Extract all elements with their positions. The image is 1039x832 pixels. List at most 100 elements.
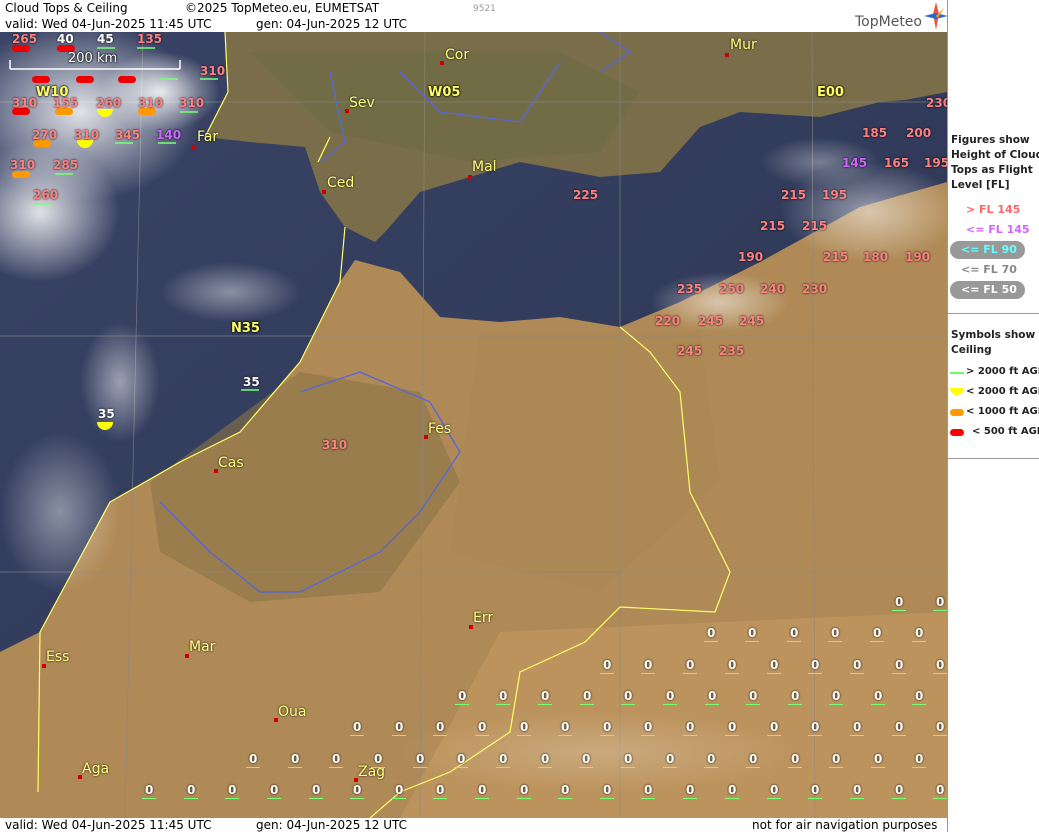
cloud-top-label: 235 [677, 282, 703, 296]
zero-ceiling-label: 0 [933, 720, 947, 736]
map-canvas [0, 32, 947, 818]
legend-fl-item: > FL 145 [966, 203, 1021, 216]
zero-ceiling-label: 0 [496, 752, 511, 768]
zero-ceiling-label: 0 [725, 658, 740, 674]
cloud-top-label: 310 [138, 96, 164, 110]
footer-generated-time: gen: 04-Jun-2025 12 UTC [256, 818, 408, 832]
zero-ceiling-label: 0 [704, 626, 719, 642]
cloud-top-label: 135 [137, 32, 163, 46]
cloud-top-label: 215 [802, 219, 828, 233]
zero-ceiling-label: 0 [912, 626, 927, 642]
zero-ceiling-label: 0 [850, 783, 865, 799]
zero-ceiling-label: 0 [850, 720, 865, 736]
zero-ceiling-label: 0 [413, 752, 428, 768]
zero-ceiling-label: 0 [641, 783, 656, 799]
cloud-top-label: 195 [822, 188, 848, 202]
legend-symbols-line-1: Symbols show [951, 329, 1036, 341]
zero-ceiling-label: 0 [767, 658, 782, 674]
city-malaga: Mal [472, 159, 497, 175]
zero-ceiling-label: 0 [309, 783, 324, 799]
zero-ceiling-label: 0 [496, 689, 511, 705]
cloud-top-label: 310 [12, 96, 38, 110]
zero-ceiling-label: 0 [475, 783, 490, 799]
zero-ceiling-label: 0 [455, 689, 470, 705]
legend-symbols-line-2: Ceiling [951, 344, 992, 356]
city-murcia: Mur [730, 37, 757, 53]
zero-ceiling-label: 0 [475, 720, 490, 736]
zero-ceiling-label: 0 [433, 720, 448, 736]
zero-ceiling-label: 0 [663, 752, 678, 768]
zero-ceiling-label: 0 [683, 720, 698, 736]
cloud-top-label: 195 [924, 156, 947, 170]
zero-ceiling-label: 0 [433, 783, 448, 799]
city-essaouira: Ess [46, 649, 70, 665]
legend-symbol-label: < 500 ft AGL [972, 426, 1039, 437]
cloud-top-label: 310 [179, 96, 205, 110]
zero-ceiling-label: 0 [871, 689, 886, 705]
ceiling-pill-icon [950, 409, 964, 416]
footer-disclaimer: not for air navigation purposes [752, 818, 938, 832]
cloud-top-label: 200 [906, 126, 932, 140]
legend-symbol-label: > 2000 ft AGL [966, 366, 1039, 377]
legend-figures-line-3: Tops as Flight [951, 164, 1033, 176]
copyright: ©2025 TopMeteo.eu, EUMETSAT [185, 1, 380, 15]
zero-ceiling-label: 0 [933, 595, 947, 611]
cloud-top-label: 310 [74, 128, 100, 142]
cloud-top-label: 180 [863, 250, 889, 264]
ceiling-pill-icon [950, 429, 964, 436]
zero-ceiling-label: 0 [829, 752, 844, 768]
cloud-top-label: 265 [12, 32, 38, 46]
legend-figures-line-1: Figures show [951, 134, 1030, 146]
legend-fl-item: <= FL 50 [961, 283, 1017, 296]
cloud-top-label: 190 [738, 250, 764, 264]
cloud-top-label: 190 [905, 250, 931, 264]
zero-ceiling-label: 0 [870, 626, 885, 642]
zero-ceiling-label: 0 [184, 783, 199, 799]
cloud-top-label: 215 [823, 250, 849, 264]
cloud-top-label: 40 [57, 32, 74, 46]
cloud-top-label: 35 [243, 375, 260, 389]
zero-ceiling-label: 0 [892, 658, 907, 674]
zero-ceiling-label: 0 [787, 626, 802, 642]
zero-ceiling-label: 0 [371, 752, 386, 768]
zero-ceiling-label: 0 [725, 720, 740, 736]
legend-symbol-label: < 1000 ft AGL [966, 406, 1039, 417]
cloud-top-label: 215 [781, 188, 807, 202]
zero-ceiling-label: 0 [933, 658, 947, 674]
ceiling-half-circle-icon [950, 388, 964, 395]
zero-ceiling-label: 0 [892, 720, 907, 736]
zero-ceiling-label: 0 [892, 783, 907, 799]
cloud-top-label: 220 [655, 314, 681, 328]
legend-figures-line-4: Level [FL] [951, 179, 1010, 191]
zero-ceiling-label: 0 [788, 689, 803, 705]
city-casablanca: Cas [218, 455, 244, 471]
zero-ceiling-label: 0 [225, 783, 240, 799]
city-marrakech: Mar [189, 639, 216, 655]
zero-ceiling-label: 0 [641, 658, 656, 674]
footer-valid-time: valid: Wed 04-Jun-2025 11:45 UTC [5, 818, 212, 832]
zero-ceiling-label: 0 [350, 720, 365, 736]
cloud-top-label: 270 [32, 128, 58, 142]
cloud-top-label: 45 [97, 32, 114, 46]
zero-ceiling-label: 0 [746, 689, 761, 705]
cloud-top-label: 140 [156, 128, 182, 142]
zero-ceiling-label: 0 [288, 752, 303, 768]
header: Cloud Tops & Ceiling ©2025 TopMeteo.eu, … [0, 0, 947, 32]
cloud-top-label: 250 [719, 282, 745, 296]
zero-ceiling-label: 0 [538, 689, 553, 705]
scale-bar-label: 200 km [68, 51, 118, 66]
satellite-map[interactable]: 200 km W10 W05 E00 N35 Cor Mur Sev Far C… [0, 32, 947, 818]
zero-ceiling-label: 0 [912, 689, 927, 705]
zero-ceiling-label: 0 [808, 783, 823, 799]
city-cordoba: Cor [445, 47, 470, 63]
zero-ceiling-label: 0 [663, 689, 678, 705]
zero-ceiling-label: 0 [828, 626, 843, 642]
zero-ceiling-label: 0 [933, 783, 947, 799]
cloud-top-label: 245 [677, 344, 703, 358]
zero-ceiling-label: 0 [683, 658, 698, 674]
cloud-top-label: 230 [926, 96, 947, 110]
zero-ceiling-label: 0 [745, 626, 760, 642]
zero-ceiling-label: 0 [767, 720, 782, 736]
city-fes: Fes [428, 421, 452, 437]
zero-ceiling-label: 0 [580, 689, 595, 705]
